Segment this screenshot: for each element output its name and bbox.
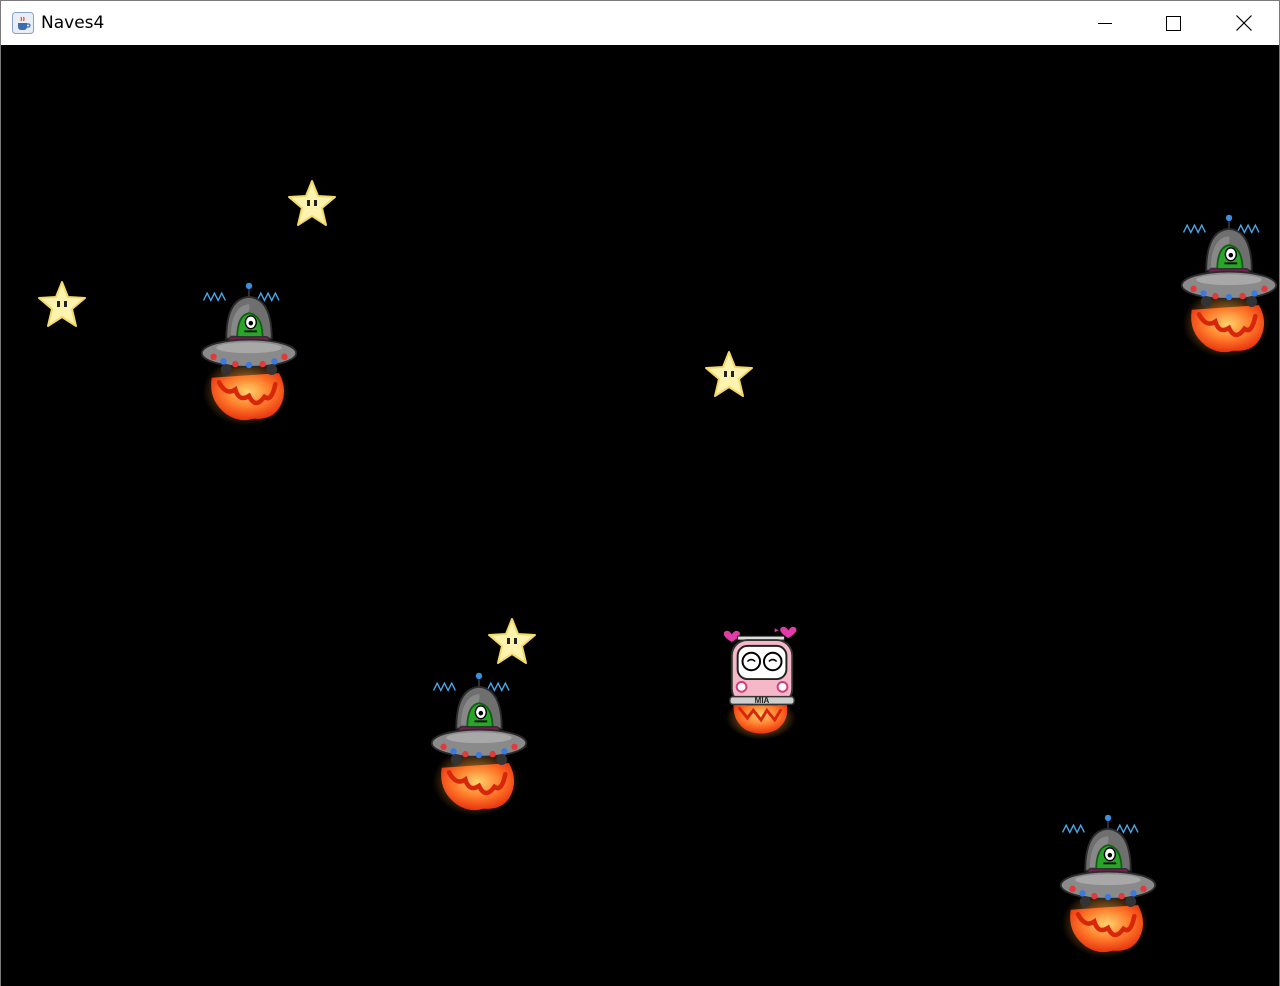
enemy-ufo [199, 275, 299, 435]
maximize-icon [1166, 15, 1181, 31]
player-plate-text: MIA [755, 696, 770, 705]
enemy-ufo [1179, 207, 1279, 367]
minimize-button[interactable] [1070, 1, 1139, 45]
enemy-ufo [429, 665, 529, 825]
window-title: Naves4 [41, 13, 105, 33]
title-bar[interactable]: Naves4 [1, 1, 1279, 45]
java-coffee-cup-icon [12, 12, 34, 34]
maximize-button[interactable] [1139, 1, 1208, 45]
close-button[interactable] [1209, 1, 1278, 45]
star-sprite [36, 279, 88, 331]
star-sprite [286, 178, 338, 230]
player-ship: MIA [724, 621, 802, 741]
app-window: Naves4 MIA [0, 0, 1280, 986]
star-sprite [703, 349, 755, 401]
star-sprite [486, 616, 538, 668]
enemy-ufo [1058, 807, 1158, 967]
minimize-icon [1097, 23, 1112, 24]
close-icon [1235, 15, 1252, 31]
game-canvas[interactable]: MIA [1, 45, 1279, 986]
